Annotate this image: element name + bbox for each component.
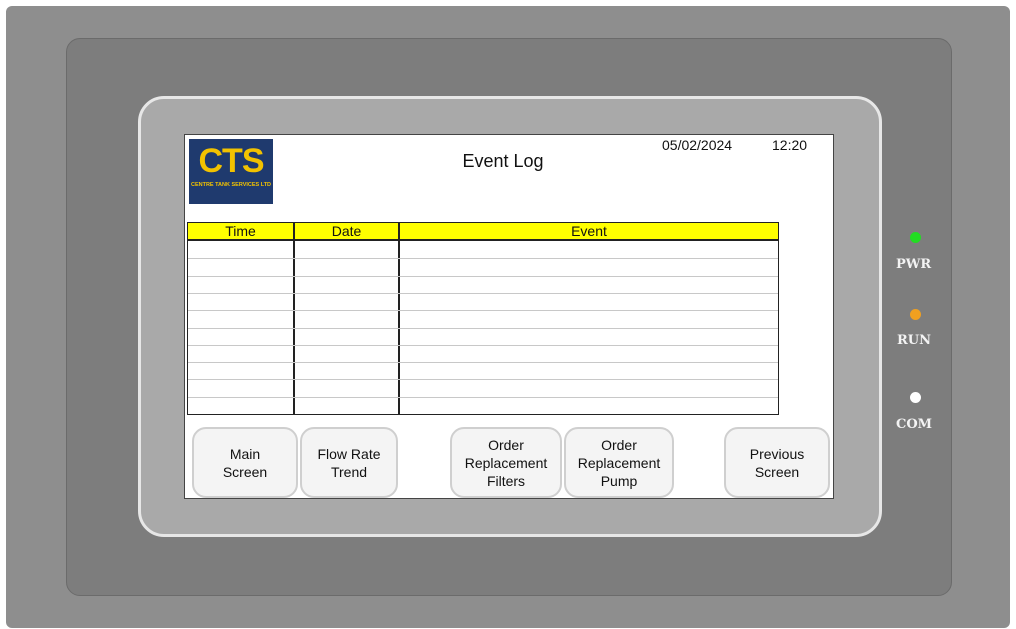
table-row xyxy=(188,258,778,260)
table-row xyxy=(188,362,778,364)
event-log-table: Time Date Event xyxy=(187,222,779,415)
table-row xyxy=(188,327,778,329)
table-header: Time Date Event xyxy=(188,223,778,241)
table-row xyxy=(188,292,778,294)
order-replacement-pump-button[interactable]: Order Replacement Pump xyxy=(564,427,674,498)
column-divider xyxy=(293,223,295,414)
run-label: RUN xyxy=(897,333,932,348)
column-header-event: Event xyxy=(571,223,607,239)
previous-screen-label: Previous Screen xyxy=(749,445,805,480)
logo-subtext: CENTRE TANK SERVICES LTD xyxy=(190,182,272,188)
column-header-date: Date xyxy=(331,223,362,239)
com-label: COM xyxy=(896,417,933,432)
column-divider xyxy=(398,223,400,414)
table-row xyxy=(188,379,778,381)
order-replacement-filters-label: Order Replacement Filters xyxy=(464,436,548,489)
pwr-led xyxy=(910,232,921,243)
cts-logo: CTS CENTRE TANK SERVICES LTD xyxy=(189,139,273,204)
order-replacement-pump-label: Order Replacement Pump xyxy=(577,436,661,489)
table-row xyxy=(188,344,778,346)
logo-text: CTS xyxy=(198,142,265,180)
main-screen-button[interactable]: Main Screen xyxy=(192,427,298,498)
main-screen-label: Main Screen xyxy=(222,445,268,480)
date-display: 05/02/2024 xyxy=(662,137,733,153)
table-row xyxy=(188,396,778,398)
table-row xyxy=(188,310,778,312)
run-led xyxy=(910,309,921,320)
pwr-label: PWR xyxy=(896,257,932,272)
flow-rate-trend-label: Flow Rate Trend xyxy=(317,445,381,480)
table-row xyxy=(188,275,778,277)
page-title: Event Log xyxy=(462,151,544,171)
com-led xyxy=(910,392,921,403)
flow-rate-trend-button[interactable]: Flow Rate Trend xyxy=(300,427,398,498)
time-display: 12:20 xyxy=(772,137,808,153)
column-header-time: Time xyxy=(225,223,256,239)
previous-screen-button[interactable]: Previous Screen xyxy=(724,427,830,498)
order-replacement-filters-button[interactable]: Order Replacement Filters xyxy=(450,427,562,498)
